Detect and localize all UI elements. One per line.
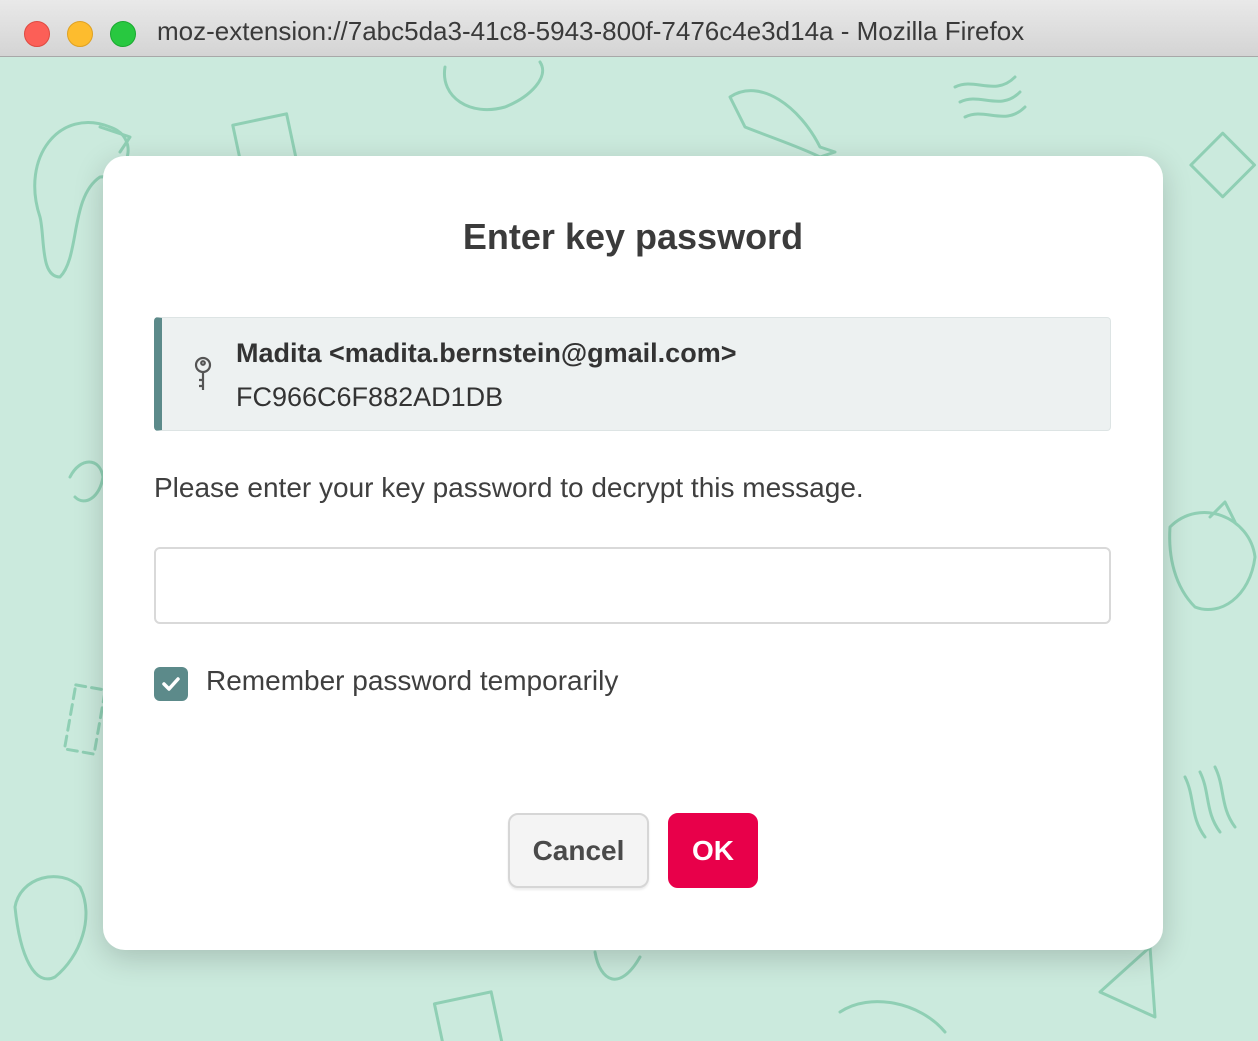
key-password-dialog: Enter key password Madita <madita.bernst… [103, 156, 1163, 950]
ok-button[interactable]: OK [668, 813, 758, 888]
close-window-button[interactable] [24, 21, 50, 47]
whale-doodle-5 [13, 875, 88, 981]
title-bar: moz-extension://7abc5da3-41c8-5943-800f-… [0, 0, 1258, 57]
rect-doodle [62, 683, 107, 756]
checkmark-icon [162, 677, 180, 691]
triangle-doodle [1098, 945, 1157, 1019]
key-info-box: Madita <madita.bernstein@gmail.com> FC96… [154, 317, 1111, 431]
window-title: moz-extension://7abc5da3-41c8-5943-800f-… [157, 16, 1025, 46]
maximize-window-button[interactable] [110, 21, 136, 47]
whale-doodle-2 [728, 89, 837, 159]
whale-doodle-6 [838, 1000, 947, 1034]
key-icon [194, 356, 212, 390]
waves-doodle-2 [1183, 765, 1237, 839]
creature-doodle [442, 60, 544, 112]
remember-checkbox[interactable] [154, 667, 188, 701]
whale-doodle-3 [68, 460, 105, 503]
square-doodle-2 [432, 990, 505, 1041]
creature-doodle-2 [593, 950, 642, 981]
remember-label[interactable]: Remember password temporarily [206, 665, 618, 697]
cancel-button[interactable]: Cancel [508, 813, 649, 888]
key-user-id: Madita <madita.bernstein@gmail.com> [236, 338, 737, 368]
key-fingerprint: FC966C6F882AD1DB [236, 382, 504, 412]
password-input[interactable] [154, 547, 1111, 624]
whale-doodle-4 [1168, 511, 1257, 612]
password-prompt: Please enter your key password to decryp… [154, 472, 864, 503]
diamond-doodle [1189, 131, 1257, 199]
waves-doodle [953, 75, 1027, 119]
minimize-window-button[interactable] [67, 21, 93, 47]
dialog-title: Enter key password [462, 216, 804, 257]
browser-window: moz-extension://7abc5da3-41c8-5943-800f-… [0, 0, 1258, 1041]
